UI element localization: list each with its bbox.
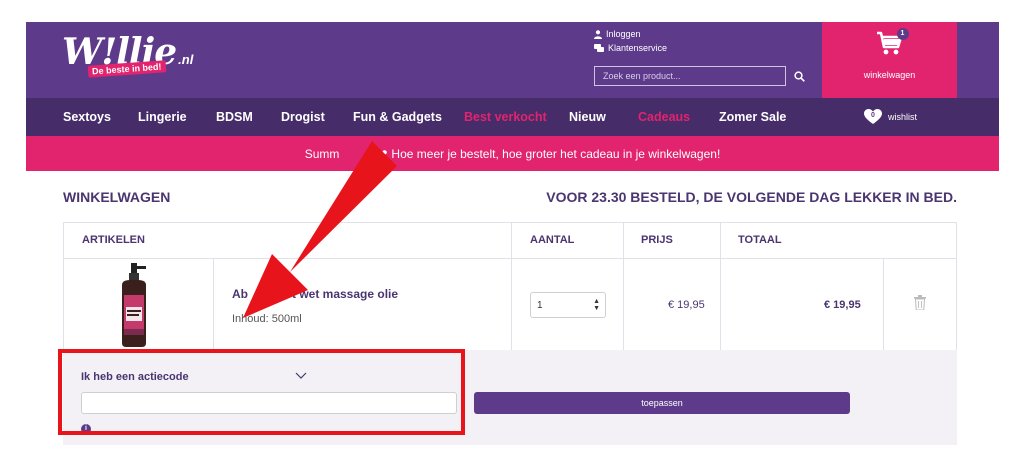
delivery-message: VOOR 23.30 BESTELD, DE VOLGENDE DAG LEKK… bbox=[546, 189, 957, 205]
trash-icon[interactable] bbox=[914, 295, 926, 310]
cart-count-badge: 1 bbox=[896, 28, 909, 40]
cart-table-header: ARTIKELEN AANTAL PRIJS TOTAAL bbox=[64, 223, 956, 259]
search-icon bbox=[793, 70, 805, 82]
header-articles: ARTIKELEN bbox=[82, 234, 145, 246]
promo-banner: Summ ❤ Hoe meer je bestelt, hoe groter h… bbox=[26, 136, 999, 171]
wishlist-count: 0 bbox=[871, 112, 875, 119]
product-name-end: t wet massage olie bbox=[292, 287, 399, 301]
nav-item-drogist[interactable]: Drogist bbox=[281, 110, 325, 124]
column-divider bbox=[213, 259, 214, 351]
login-link[interactable]: Inloggen bbox=[594, 27, 667, 41]
header-price: PRIJS bbox=[641, 234, 673, 246]
wishlist-link[interactable]: 0 wishlist bbox=[864, 109, 917, 125]
nav-item-fun-gadgets[interactable]: Fun & Gadgets bbox=[353, 110, 442, 124]
cart-label: winkelwagen bbox=[863, 70, 916, 80]
product-image[interactable] bbox=[116, 263, 158, 347]
line-total: € 19,95 bbox=[824, 299, 861, 311]
customer-service-link-label: Klantenservice bbox=[608, 43, 668, 53]
site-logo[interactable]: W!llie .nl De beste in bed! bbox=[62, 34, 194, 78]
page-title: WINKELWAGEN bbox=[63, 189, 171, 205]
wishlist-heart: 0 bbox=[864, 109, 882, 125]
cart-table: ARTIKELEN AANTAL PRIJS TOTAAL Ab t wet m… bbox=[63, 222, 957, 352]
login-link-label: Inloggen bbox=[606, 29, 641, 39]
column-divider bbox=[623, 259, 624, 351]
nav-item-zomer-sale[interactable]: Zomer Sale bbox=[719, 110, 786, 124]
customer-service-link[interactable]: Klantenservice bbox=[594, 41, 667, 55]
wishlist-label: wishlist bbox=[888, 112, 918, 122]
nav-item-sextoys[interactable]: Sextoys bbox=[63, 110, 111, 124]
nav-item-lingerie[interactable]: Lingerie bbox=[138, 110, 187, 124]
logo-suffix: .nl bbox=[178, 52, 194, 67]
info-icon[interactable]: i bbox=[81, 424, 91, 434]
header-quantity: AANTAL bbox=[530, 234, 575, 246]
nav-item-best-verkocht[interactable]: Best verkocht bbox=[464, 110, 547, 124]
action-code-input[interactable] bbox=[81, 392, 457, 414]
search-input[interactable] bbox=[594, 66, 786, 86]
unit-price: € 19,95 bbox=[668, 299, 705, 311]
updown-arrows-icon: ▲ ▼ bbox=[593, 298, 600, 312]
user-icon bbox=[594, 29, 602, 39]
column-divider bbox=[511, 223, 512, 258]
column-divider bbox=[511, 259, 512, 351]
header-total: TOTAAL bbox=[738, 234, 782, 246]
page-title-row: WINKELWAGEN VOOR 23.30 BESTELD, DE VOLGE… bbox=[63, 189, 957, 209]
column-divider bbox=[883, 259, 884, 351]
page: W!llie .nl De beste in bed! Inloggen Klan… bbox=[0, 0, 1024, 467]
main-nav: Sextoys Lingerie BDSM Drogist Fun & Gadg… bbox=[26, 98, 999, 136]
product-content: Inhoud: 500ml bbox=[232, 313, 302, 325]
quantity-value: 1 bbox=[537, 299, 543, 311]
promo-banner-start: Summ bbox=[304, 146, 340, 161]
quantity-select[interactable]: 1 ▲ ▼ bbox=[530, 292, 606, 318]
table-row: Ab t wet massage olie Inhoud: 500ml 1 ▲ ▼ … bbox=[64, 259, 956, 351]
nav-item-cadeaus[interactable]: Cadeaus bbox=[638, 110, 690, 124]
cart-button[interactable]: 1 winkelwagen bbox=[822, 22, 957, 98]
column-divider bbox=[720, 259, 721, 351]
product-name[interactable]: Ab t wet massage olie bbox=[232, 287, 398, 301]
nav-item-bdsm[interactable]: BDSM bbox=[216, 110, 253, 124]
heart-icon: ❤ bbox=[377, 146, 388, 161]
action-code-section: Ik heb een actiecode toepassen i bbox=[63, 350, 957, 445]
chat-icon bbox=[594, 44, 604, 52]
cart-icon-wrap: 1 bbox=[875, 28, 909, 56]
promo-banner-text: Hoe meer je bestelt, hoe groter het cade… bbox=[391, 146, 721, 161]
column-divider bbox=[623, 223, 624, 258]
chevron-down-icon[interactable] bbox=[295, 372, 307, 380]
top-links: Inloggen Klantenservice bbox=[594, 27, 667, 55]
apply-button[interactable]: toepassen bbox=[474, 392, 850, 414]
product-name-start: Ab bbox=[232, 287, 248, 301]
column-divider bbox=[720, 223, 721, 258]
nav-item-nieuw[interactable]: Nieuw bbox=[569, 110, 606, 124]
search-button[interactable] bbox=[790, 67, 808, 85]
action-code-toggle[interactable]: Ik heb een actiecode bbox=[81, 371, 189, 383]
